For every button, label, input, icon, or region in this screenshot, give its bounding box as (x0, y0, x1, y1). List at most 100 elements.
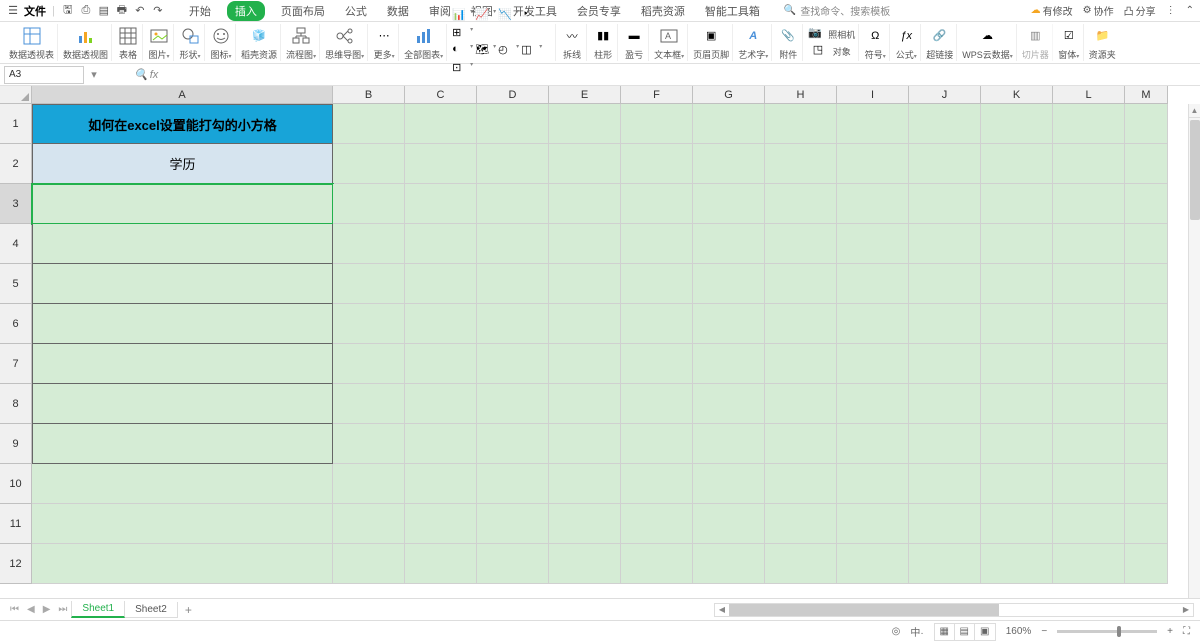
cell-G8[interactable] (693, 384, 765, 424)
cell-I8[interactable] (837, 384, 909, 424)
status-middle[interactable]: 中· (910, 624, 923, 639)
cell-L11[interactable] (1053, 504, 1125, 544)
cell-B6[interactable] (333, 304, 405, 344)
cell-I3[interactable] (837, 184, 909, 224)
mini-chart-5-icon[interactable]: ⊞ (452, 26, 468, 42)
col-header-I[interactable]: I (837, 86, 909, 104)
tab-smart[interactable]: 智能工具箱 (701, 1, 764, 21)
ribbon-sparkline-winloss[interactable]: ▬ 盈亏 (620, 24, 649, 61)
zoom-in-icon[interactable]: + (1167, 626, 1173, 637)
row-header-8[interactable]: 8 (0, 384, 32, 424)
cell-A7[interactable] (32, 344, 333, 384)
cell-D12[interactable] (477, 544, 549, 584)
mini-chart-7-icon[interactable]: 🗺 (475, 43, 491, 59)
ribbon-form[interactable]: ☑ 窗体▾ (1055, 24, 1084, 61)
cell-M4[interactable] (1125, 224, 1168, 264)
cell-J3[interactable] (909, 184, 981, 224)
cell-I2[interactable] (837, 144, 909, 184)
cell-B1[interactable] (333, 104, 405, 144)
cell-D11[interactable] (477, 504, 549, 544)
cell-D9[interactable] (477, 424, 549, 464)
mini-chart-3-icon[interactable]: 📉 (498, 8, 514, 24)
cell-J12[interactable] (909, 544, 981, 584)
ribbon-shape[interactable]: 形状▾ (176, 24, 205, 61)
cell-A4[interactable] (32, 224, 333, 264)
cell-A11[interactable] (32, 504, 333, 544)
cell-J5[interactable] (909, 264, 981, 304)
cell-B12[interactable] (333, 544, 405, 584)
cell-M12[interactable] (1125, 544, 1168, 584)
cell-D7[interactable] (477, 344, 549, 384)
cell-D1[interactable] (477, 104, 549, 144)
cell-I1[interactable] (837, 104, 909, 144)
cell-M11[interactable] (1125, 504, 1168, 544)
row-header-11[interactable]: 11 (0, 504, 32, 544)
cell-E9[interactable] (549, 424, 621, 464)
row-header-5[interactable]: 5 (0, 264, 32, 304)
scroll-up-icon[interactable]: ▲ (1189, 104, 1200, 118)
cell-M3[interactable] (1125, 184, 1168, 224)
cell-L3[interactable] (1053, 184, 1125, 224)
tab-nav-last-icon[interactable]: ⏭ (54, 604, 71, 615)
cell-K9[interactable] (981, 424, 1053, 464)
cell-G9[interactable] (693, 424, 765, 464)
col-header-H[interactable]: H (765, 86, 837, 104)
col-header-D[interactable]: D (477, 86, 549, 104)
preview-icon[interactable]: ▤ (97, 4, 111, 18)
cell-B7[interactable] (333, 344, 405, 384)
col-header-K[interactable]: K (981, 86, 1053, 104)
row-header-7[interactable]: 7 (0, 344, 32, 384)
scroll-thumb[interactable] (1190, 120, 1200, 220)
cell-I4[interactable] (837, 224, 909, 264)
search-box[interactable]: 🔍 查找命令、搜索模板 (784, 3, 890, 18)
row-header-2[interactable]: 2 (0, 144, 32, 184)
mini-chart-2-icon[interactable]: 📈 (475, 8, 491, 24)
cell-K7[interactable] (981, 344, 1053, 384)
sheet-tab-1[interactable]: Sheet1 (71, 601, 125, 618)
cell-I10[interactable] (837, 464, 909, 504)
cell-I11[interactable] (837, 504, 909, 544)
hscroll-left-icon[interactable]: ◀ (715, 605, 729, 614)
cell-I6[interactable] (837, 304, 909, 344)
col-header-J[interactable]: J (909, 86, 981, 104)
cell-F1[interactable] (621, 104, 693, 144)
cell-H6[interactable] (765, 304, 837, 344)
cell-F11[interactable] (621, 504, 693, 544)
cell-F9[interactable] (621, 424, 693, 464)
cell-J2[interactable] (909, 144, 981, 184)
cell-G6[interactable] (693, 304, 765, 344)
ribbon-picture[interactable]: 图片▾ (145, 24, 174, 61)
cell-E11[interactable] (549, 504, 621, 544)
cell-F5[interactable] (621, 264, 693, 304)
cell-J10[interactable] (909, 464, 981, 504)
row-header-9[interactable]: 9 (0, 424, 32, 464)
view-pagelayout-icon[interactable]: ▤ (955, 624, 975, 640)
cell-H9[interactable] (765, 424, 837, 464)
sheet-tab-2[interactable]: Sheet2 (124, 602, 178, 618)
tab-nav-first-icon[interactable]: ⏮ (6, 604, 23, 615)
cell-M1[interactable] (1125, 104, 1168, 144)
mini-chart-1-icon[interactable]: 📊 (452, 8, 468, 24)
fullscreen-icon[interactable]: ⛶ (1183, 626, 1190, 637)
collapse-ribbon-icon[interactable]: ⌃ (1186, 5, 1194, 16)
status-eye-icon[interactable]: ◎ (892, 626, 901, 637)
row-header-10[interactable]: 10 (0, 464, 32, 504)
tab-review[interactable]: 审阅 (425, 1, 455, 21)
cell-L5[interactable] (1053, 264, 1125, 304)
cell-J7[interactable] (909, 344, 981, 384)
cell-F3[interactable] (621, 184, 693, 224)
name-box-dropdown-icon[interactable]: ▾ (88, 68, 100, 81)
ribbon-attachment[interactable]: 📎 附件 (774, 24, 803, 61)
cell-A8[interactable] (32, 384, 333, 424)
cell-D3[interactable] (477, 184, 549, 224)
formula-input[interactable] (166, 66, 1196, 84)
ribbon-symbol[interactable]: Ω 符号▾ (861, 24, 890, 61)
cell-H5[interactable] (765, 264, 837, 304)
cell-E4[interactable] (549, 224, 621, 264)
cell-L9[interactable] (1053, 424, 1125, 464)
cell-B9[interactable] (333, 424, 405, 464)
cell-E8[interactable] (549, 384, 621, 424)
vertical-scrollbar[interactable]: ▲ (1188, 104, 1200, 598)
ribbon-pivot-view[interactable]: 数据透视图 (60, 24, 112, 61)
cell-I9[interactable] (837, 424, 909, 464)
